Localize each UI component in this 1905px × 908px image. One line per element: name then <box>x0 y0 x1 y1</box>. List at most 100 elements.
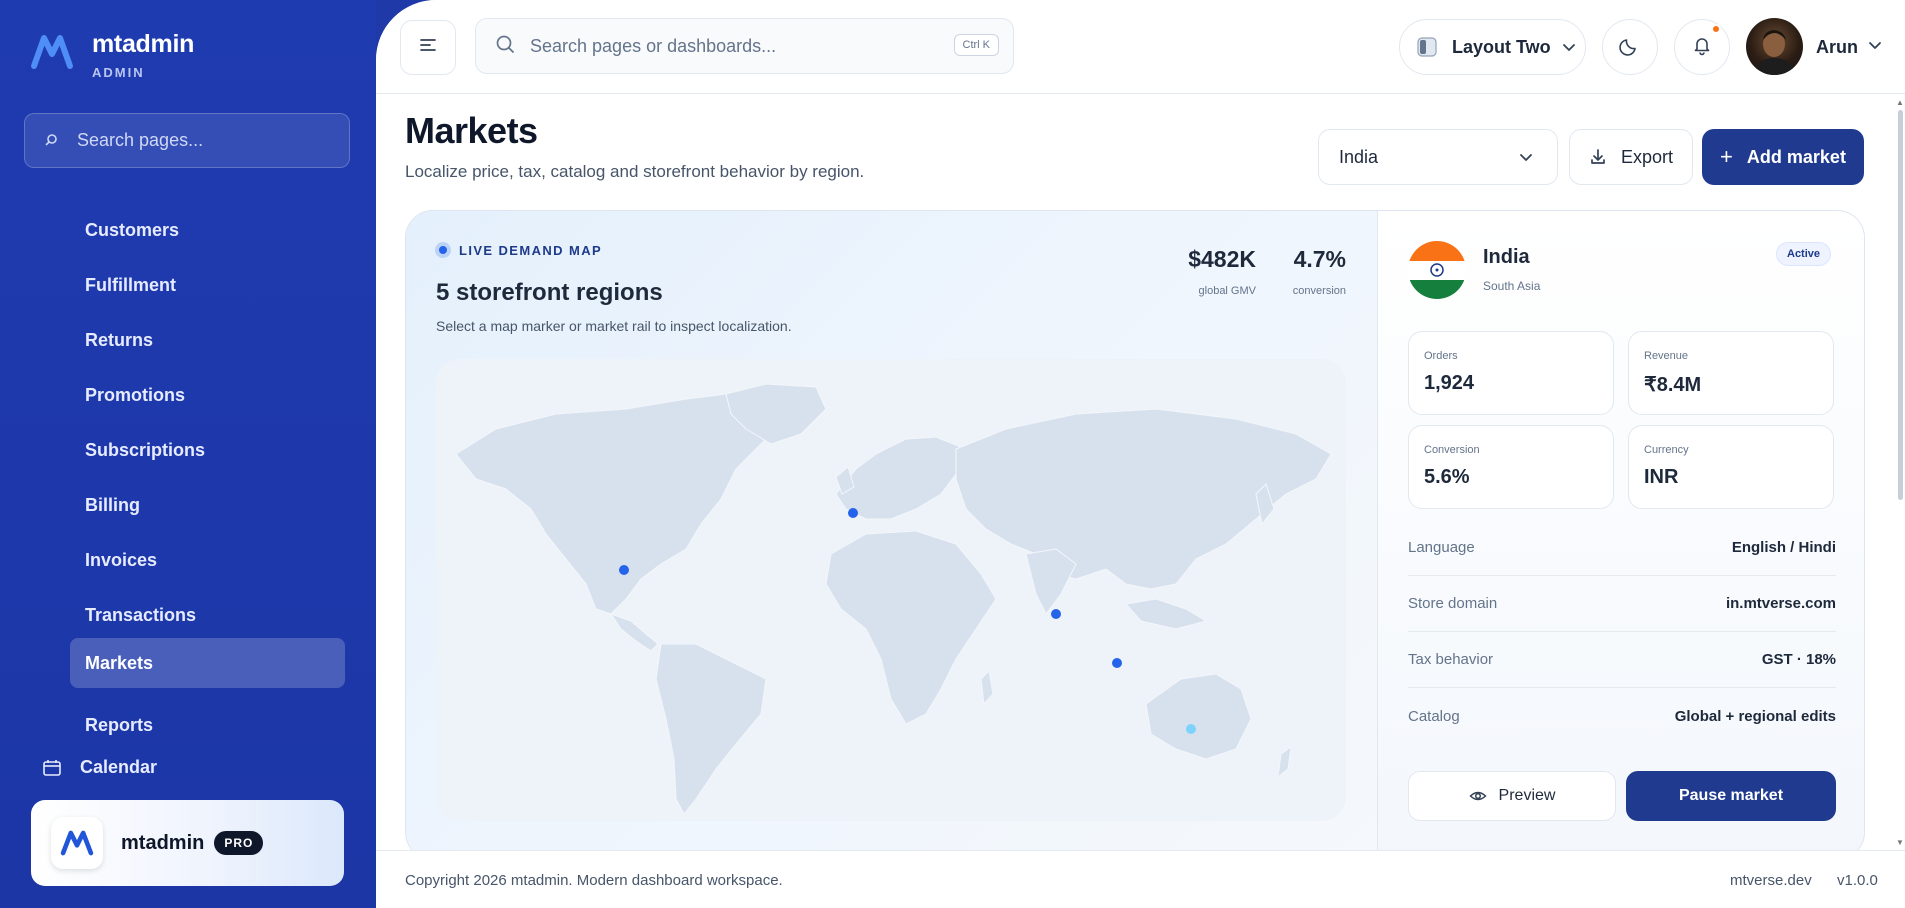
page-title: Markets <box>405 110 538 151</box>
global-search[interactable]: Ctrl K <box>475 18 1014 74</box>
conversion-value: 4.7% <box>1293 246 1346 272</box>
metric-label: Orders <box>1424 350 1458 362</box>
detail-row-value: in.mtverse.com <box>1725 595 1836 612</box>
main-scrollbar-thumb[interactable] <box>1898 110 1903 500</box>
sidebar-item-transactions[interactable]: Transactions <box>70 590 345 640</box>
sidebar-item-billing[interactable]: Billing <box>70 480 345 530</box>
continent-south-america <box>655 643 767 815</box>
pause-market-button[interactable]: Pause market <box>1626 771 1836 821</box>
continent-africa <box>825 530 997 725</box>
metric-currency: Currency INR <box>1628 425 1834 509</box>
pro-promo-card[interactable]: mtadmin PRO <box>31 800 344 886</box>
mtadmin-logo-icon <box>51 817 103 869</box>
continent-india <box>1025 548 1077 615</box>
brand[interactable]: mtadmin ADMIN <box>30 30 194 80</box>
metric-value: 1,924 <box>1424 372 1475 394</box>
detail-row-key: Tax behavior <box>1408 651 1494 668</box>
export-label: Export <box>1620 146 1674 167</box>
footer-copyright: Copyright 2026 mtadmin. Modern dashboard… <box>405 872 783 889</box>
eye-icon <box>1468 787 1487 805</box>
continent-australia <box>1145 673 1252 760</box>
continent-asia <box>955 408 1332 590</box>
add-market-button[interactable]: + Add market <box>1702 129 1864 185</box>
footer-site-link[interactable]: mtverse.dev <box>1730 872 1812 889</box>
detail-row-value: English / Hindi <box>1731 539 1836 556</box>
preview-button[interactable]: Preview <box>1408 771 1616 821</box>
sidebar-search[interactable] <box>24 113 350 168</box>
detail-row-key: Catalog <box>1408 707 1460 725</box>
sidebar-item-returns[interactable]: Returns <box>70 315 345 365</box>
sidebar-search-input[interactable] <box>77 130 337 151</box>
sidebar-item-calendar-label: Calendar <box>80 757 158 777</box>
search-shortcut-badge: Ctrl K <box>953 34 999 56</box>
sidebar-item-fulfillment[interactable]: Fulfillment <box>70 260 345 310</box>
region-select-value: India <box>1339 146 1379 167</box>
sidebar-item-customers[interactable]: Customers <box>70 205 345 255</box>
metric-label: Currency <box>1644 444 1689 456</box>
pro-badge: PRO <box>214 831 264 855</box>
detail-row-catalog: Catalog Global + regional edits <box>1408 688 1836 744</box>
continent-central-america <box>609 613 659 652</box>
map-marker-singapore[interactable] <box>1112 658 1122 668</box>
layout-icon <box>1416 36 1438 58</box>
gmv-stat: $482K global GMV <box>1176 246 1256 297</box>
notifications-button[interactable] <box>1674 19 1730 75</box>
live-demand-label: LIVE DEMAND MAP <box>459 242 603 258</box>
layout-switcher-button[interactable]: Layout Two <box>1399 19 1586 75</box>
map-marker-india[interactable] <box>1051 609 1061 619</box>
page-subtitle: Localize price, tax, catalog and storefr… <box>405 162 865 181</box>
scroll-up-arrow-icon[interactable]: ▲ <box>1896 98 1904 107</box>
detail-row-language: Language English / Hindi <box>1408 520 1836 576</box>
search-icon <box>43 131 63 151</box>
status-badge: Active <box>1776 242 1832 266</box>
layout-label: Layout Two <box>1452 36 1551 57</box>
sidebar-item-subscriptions[interactable]: Subscriptions <box>70 425 345 475</box>
avatar[interactable] <box>1746 18 1803 75</box>
continent-madagascar <box>980 669 994 706</box>
export-button[interactable]: Export <box>1569 129 1693 185</box>
chevron-down-icon <box>1561 39 1577 55</box>
sidebar-item-promotions[interactable]: Promotions <box>70 370 345 420</box>
detail-row-key: Store domain <box>1408 595 1498 612</box>
gmv-value: $482K <box>1188 246 1256 272</box>
metric-label: Conversion <box>1424 444 1480 456</box>
map-heading: 5 storefront regions <box>436 279 663 306</box>
detail-row-value: GST · 18% <box>1761 651 1836 668</box>
preview-label: Preview <box>1498 787 1556 804</box>
world-map[interactable] <box>436 359 1346 821</box>
plus-icon: + <box>1720 144 1733 169</box>
user-name[interactable]: Arun <box>1816 37 1858 58</box>
menu-toggle-button[interactable] <box>400 20 456 75</box>
sidebar-item-invoices[interactable]: Invoices <box>70 535 345 585</box>
sidebar-item-calendar[interactable]: Calendar <box>42 757 157 778</box>
metric-value: ₹8.4M <box>1644 374 1702 396</box>
market-detail-panel: India South Asia Active Orders 1,924 Rev… <box>1377 211 1864 859</box>
continent-europe <box>835 436 967 520</box>
live-indicator-icon <box>435 242 451 258</box>
map-hint: Select a map marker or market rail to in… <box>436 318 792 334</box>
map-marker-australia[interactable] <box>1186 724 1196 734</box>
sidebar-item-markets[interactable]: Markets <box>70 638 345 688</box>
main-panel: Ctrl K Layout Two Arun <box>376 0 1905 908</box>
detail-row-store-domain: Store domain in.mtverse.com <box>1408 576 1836 632</box>
map-marker-uk[interactable] <box>848 508 858 518</box>
global-search-input[interactable] <box>530 35 930 57</box>
detail-row-key: Language <box>1408 539 1475 556</box>
theme-toggle-button[interactable] <box>1602 19 1658 75</box>
metric-revenue: Revenue ₹8.4M <box>1628 331 1834 415</box>
metric-conversion: Conversion 5.6% <box>1408 425 1614 509</box>
footer-version: v1.0.0 <box>1837 872 1878 889</box>
scroll-down-arrow-icon[interactable]: ▼ <box>1896 838 1904 847</box>
footer: Copyright 2026 mtadmin. Modern dashboard… <box>376 850 1905 908</box>
markets-card: LIVE DEMAND MAP 5 storefront regions Sel… <box>405 210 1865 860</box>
map-marker-us[interactable] <box>619 565 629 575</box>
chevron-down-icon[interactable] <box>1866 36 1884 54</box>
brand-name: mtadmin <box>92 30 195 58</box>
region-select[interactable]: India <box>1318 129 1558 185</box>
add-market-label: Add market <box>1746 146 1846 167</box>
sidebar-item-reports[interactable]: Reports <box>70 700 345 750</box>
sidebar: mtadmin ADMIN Customers Fulfillment Retu… <box>0 0 376 908</box>
bell-icon <box>1691 34 1713 61</box>
calendar-icon <box>42 758 62 778</box>
detail-row-tax-behavior: Tax behavior GST · 18% <box>1408 632 1836 688</box>
